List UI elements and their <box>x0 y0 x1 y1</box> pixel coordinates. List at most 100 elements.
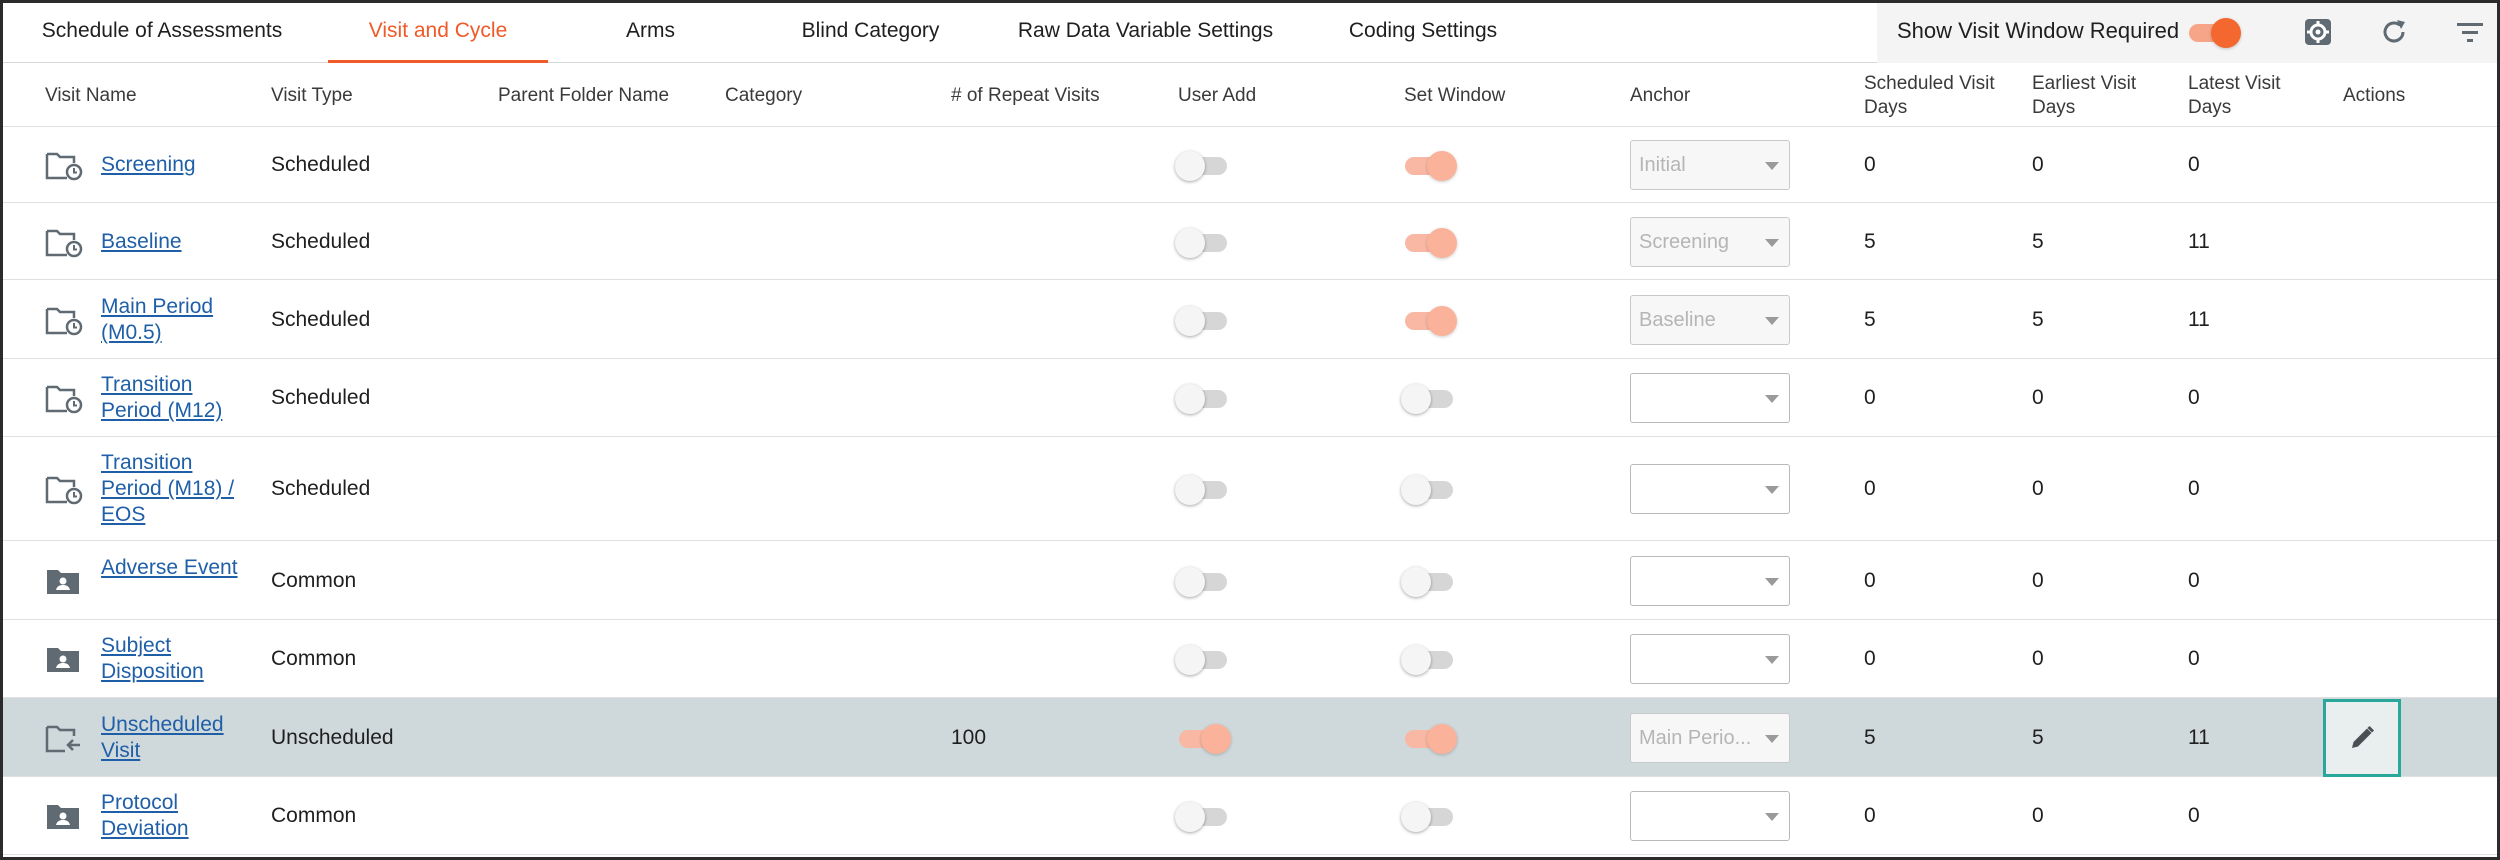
folder-clock-icon <box>45 474 83 506</box>
tab-raw-data-variable-settings[interactable]: Raw Data Variable Settings <box>1008 3 1283 63</box>
earliest-visit-days-cell: 0 <box>2032 647 2044 670</box>
col-visit-name[interactable]: Visit Name <box>45 84 137 108</box>
visit-name-link[interactable]: Adverse Event <box>101 555 251 581</box>
visit-name-link[interactable]: Baseline <box>101 229 251 255</box>
table-row[interactable]: Main Period (M0.5) Scheduled Baseline 5 5 11 <box>3 280 2497 359</box>
anchor-select-value: Baseline <box>1639 308 1716 331</box>
earliest-visit-days-cell: 0 <box>2032 477 2044 500</box>
user-add-toggle[interactable] <box>1175 720 1231 756</box>
repeat-visits-cell: 100 <box>951 725 987 749</box>
show-visit-window-toggle[interactable] <box>2185 14 2241 50</box>
set-window-toggle[interactable] <box>1401 224 1457 260</box>
visit-name-link[interactable]: Subject Disposition <box>101 633 251 685</box>
set-window-toggle[interactable] <box>1401 471 1457 507</box>
chevron-down-icon <box>1765 162 1779 170</box>
folder-person-icon <box>45 801 83 833</box>
folder-clock-icon <box>45 305 83 337</box>
user-add-toggle[interactable] <box>1175 147 1231 183</box>
visit-type-cell: Unscheduled <box>271 725 394 749</box>
tab-visit-and-cycle[interactable]: Visit and Cycle <box>328 3 548 63</box>
anchor-select[interactable] <box>1630 634 1790 684</box>
anchor-select[interactable] <box>1630 791 1790 841</box>
table-row[interactable]: Adverse Event Common 0 0 0 <box>3 541 2497 620</box>
latest-visit-days-cell: 11 <box>2188 229 2210 253</box>
user-add-toggle[interactable] <box>1175 798 1231 834</box>
app-frame: Schedule of Assessments Visit and Cycle … <box>0 0 2500 860</box>
refresh-icon[interactable] <box>2377 15 2411 49</box>
user-add-toggle[interactable] <box>1175 224 1231 260</box>
col-repeat-visits[interactable]: # of Repeat Visits <box>951 84 1100 108</box>
latest-visit-days-cell: 0 <box>2188 804 2200 827</box>
user-add-toggle[interactable] <box>1175 641 1231 677</box>
table-row[interactable]: Baseline Scheduled Screening 5 5 11 <box>3 203 2497 280</box>
folder-clock-icon <box>45 150 83 182</box>
table-row[interactable]: Screening Scheduled Initial 0 0 0 <box>3 127 2497 203</box>
anchor-select[interactable] <box>1630 464 1790 514</box>
scheduled-visit-days-cell: 5 <box>1864 725 1876 749</box>
anchor-select[interactable] <box>1630 373 1790 423</box>
chevron-down-icon <box>1765 656 1779 664</box>
col-visit-type[interactable]: Visit Type <box>271 84 353 108</box>
tab-schedule-of-assessments[interactable]: Schedule of Assessments <box>17 3 307 63</box>
col-category[interactable]: Category <box>725 84 802 108</box>
col-set-window[interactable]: Set Window <box>1404 84 1505 108</box>
col-actions: Actions <box>2343 85 2406 106</box>
table-header: Visit Name Visit Type Parent Folder Name… <box>3 65 2497 127</box>
folder-clock-icon <box>45 383 83 415</box>
table-row[interactable]: Subject Disposition Common 0 0 0 <box>3 620 2497 698</box>
user-add-toggle[interactable] <box>1175 302 1231 338</box>
col-scheduled-visit-days[interactable]: Scheduled Visit Days <box>1864 72 2014 120</box>
folder-person-icon <box>45 644 83 676</box>
scheduled-visit-days-cell: 5 <box>1864 307 1876 331</box>
user-add-toggle[interactable] <box>1175 471 1231 507</box>
set-window-toggle[interactable] <box>1401 302 1457 338</box>
chevron-down-icon <box>1765 813 1779 821</box>
user-add-toggle[interactable] <box>1175 380 1231 416</box>
visit-type-cell: Scheduled <box>271 307 371 331</box>
col-parent-folder-name[interactable]: Parent Folder Name <box>498 84 669 108</box>
set-window-toggle[interactable] <box>1401 720 1457 756</box>
scheduled-visit-days-cell: 0 <box>1864 647 1876 670</box>
filter-icon[interactable] <box>2453 15 2487 49</box>
folder-person-icon <box>45 566 83 598</box>
table-row[interactable]: Protocol Deviation Common 0 0 0 <box>3 777 2497 855</box>
tab-bar: Schedule of Assessments Visit and Cycle … <box>3 3 2497 63</box>
settings-gear-icon[interactable] <box>2301 15 2335 49</box>
anchor-select[interactable] <box>1630 555 1790 606</box>
table-row[interactable]: Transition Period (M18) / EOS Scheduled 0 0… <box>3 437 2497 541</box>
col-anchor[interactable]: Anchor <box>1630 84 1690 108</box>
anchor-select[interactable]: Baseline <box>1630 294 1790 345</box>
table-row[interactable]: Transition Period (M12) Scheduled 0 0 0 <box>3 359 2497 437</box>
visit-type-cell: Common <box>271 568 357 592</box>
tab-coding-settings[interactable]: Coding Settings <box>1333 3 1513 63</box>
visit-type-cell: Scheduled <box>271 477 371 500</box>
visit-name-link[interactable]: Unscheduled Visit <box>101 712 251 764</box>
set-window-toggle[interactable] <box>1401 798 1457 834</box>
latest-visit-days-cell: 11 <box>2188 725 2210 749</box>
edit-button[interactable] <box>2323 698 2401 777</box>
visit-name-link[interactable]: Screening <box>101 152 251 178</box>
user-add-toggle[interactable] <box>1175 563 1231 599</box>
set-window-toggle[interactable] <box>1401 563 1457 599</box>
anchor-select[interactable]: Main Perio... <box>1630 712 1790 763</box>
visit-name-link[interactable]: Transition Period (M18) / EOS <box>101 450 251 528</box>
visit-name-link[interactable]: Protocol Deviation <box>101 790 251 842</box>
col-user-add[interactable]: User Add <box>1178 84 1256 108</box>
chevron-down-icon <box>1765 486 1779 494</box>
visit-name-link[interactable]: Main Period (M0.5) <box>101 294 251 346</box>
visit-name-link[interactable]: Transition Period (M12) <box>101 372 251 424</box>
toolbar: Show Visit Window Required <box>1877 3 2497 63</box>
col-latest-visit-days[interactable]: Latest Visit Days <box>2188 72 2303 120</box>
set-window-toggle[interactable] <box>1401 641 1457 677</box>
scheduled-visit-days-cell: 0 <box>1864 386 1876 409</box>
earliest-visit-days-cell: 0 <box>2032 153 2044 176</box>
anchor-select[interactable]: Initial <box>1630 140 1790 190</box>
col-earliest-visit-days[interactable]: Earliest Visit Days <box>2032 72 2182 120</box>
visit-type-cell: Common <box>271 804 357 827</box>
set-window-toggle[interactable] <box>1401 147 1457 183</box>
tab-blind-category[interactable]: Blind Category <box>773 3 968 63</box>
anchor-select[interactable]: Screening <box>1630 216 1790 267</box>
set-window-toggle[interactable] <box>1401 380 1457 416</box>
table-row[interactable]: Unscheduled Visit Unscheduled 100 Main Peri… <box>3 698 2497 777</box>
tab-arms[interactable]: Arms <box>593 3 708 63</box>
